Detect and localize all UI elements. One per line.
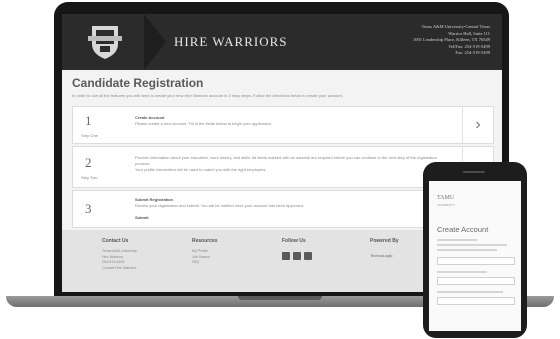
- footer-heading: Follow Us: [282, 238, 306, 244]
- step-text: Your profile information will be used to…: [135, 167, 267, 172]
- powered-by-logo[interactable]: TechnoLogic: [370, 253, 399, 258]
- step-number: 1: [85, 113, 92, 128]
- footer-contact-column: Contact Us Texas A&M University Hire War…: [102, 238, 137, 271]
- step-text: Please create a new account. Fill in the…: [135, 121, 273, 126]
- step-one[interactable]: 1 Step One Create Account Please create …: [72, 106, 494, 144]
- footer-follow-column: Follow Us: [282, 238, 312, 260]
- step-description: Submit Registration Review your registra…: [135, 197, 449, 221]
- step-label: Step Two: [81, 175, 98, 180]
- phone-text-line: [437, 249, 497, 251]
- contact-line: Texas A&M University-Central Texas: [421, 24, 490, 29]
- step-number: 2: [85, 155, 92, 170]
- footer-heading: Contact Us: [102, 238, 129, 244]
- phone-frame: TAMU UNIVERSITY Create Account: [423, 162, 527, 338]
- phone-text-line: [437, 291, 503, 293]
- phone-create-account-title: Create Account: [437, 225, 489, 234]
- step-one-next-chevron-icon[interactable]: ›: [462, 107, 493, 143]
- phone-logo: TAMU: [437, 195, 455, 201]
- laptop-notch: [238, 296, 322, 300]
- footer-resources-column: Resources My Profile Job Search FAQ: [192, 238, 218, 266]
- phone-input-field[interactable]: [437, 297, 515, 305]
- step-description: Provide information about your education…: [135, 155, 449, 173]
- phone-speaker: [463, 171, 485, 173]
- phone-screen: TAMU UNIVERSITY Create Account: [429, 181, 521, 331]
- step-heading: Create Account: [135, 115, 165, 120]
- phone-text-line: [437, 239, 477, 241]
- step-description: Create Account Please create a new accou…: [135, 115, 449, 127]
- step-label: Step One: [81, 133, 98, 138]
- header-divider: [144, 14, 166, 70]
- step-heading: Submit Registration: [135, 197, 174, 202]
- phone-logo-sub: UNIVERSITY: [437, 203, 456, 207]
- footer-link[interactable]: Texas A&M University: [102, 249, 137, 255]
- hire-warriors-logo[interactable]: HIRE WARRIORS: [174, 34, 288, 50]
- twitter-icon[interactable]: [304, 252, 312, 260]
- step-text: Provide information about your education…: [135, 155, 437, 166]
- instagram-icon[interactable]: [293, 252, 301, 260]
- footer-link[interactable]: Contact Hire Warriors: [102, 266, 137, 272]
- footer-link[interactable]: FAQ: [192, 260, 218, 266]
- site-header: HIRE WARRIORS Texas A&M University-Centr…: [62, 14, 502, 70]
- footer-powered-column: Powered By TechnoLogic: [370, 238, 399, 258]
- footer-heading: Powered By: [370, 238, 399, 244]
- submit-link[interactable]: Submit: [135, 215, 149, 220]
- footer-heading: Resources: [192, 238, 218, 244]
- page-intro: In order to use all the features you wil…: [72, 93, 343, 98]
- step-number: 3: [85, 201, 92, 216]
- phone-text-line: [437, 271, 487, 273]
- contact-line: Fax: 254-519-5499: [455, 50, 490, 55]
- university-crest-logo[interactable]: [86, 24, 124, 60]
- page-title: Candidate Registration: [72, 76, 204, 90]
- phone-text-line: [437, 244, 507, 246]
- phone-input-field[interactable]: [437, 277, 515, 285]
- step-text: Review your registration and submit. You…: [135, 203, 304, 208]
- header-contact-info: Texas A&M University-Central Texas Warri…: [413, 24, 490, 57]
- facebook-icon[interactable]: [282, 252, 290, 260]
- phone-input-field[interactable]: [437, 257, 515, 265]
- contact-line: 1001 Leadership Place, Killeen, TX 76549: [412, 37, 490, 42]
